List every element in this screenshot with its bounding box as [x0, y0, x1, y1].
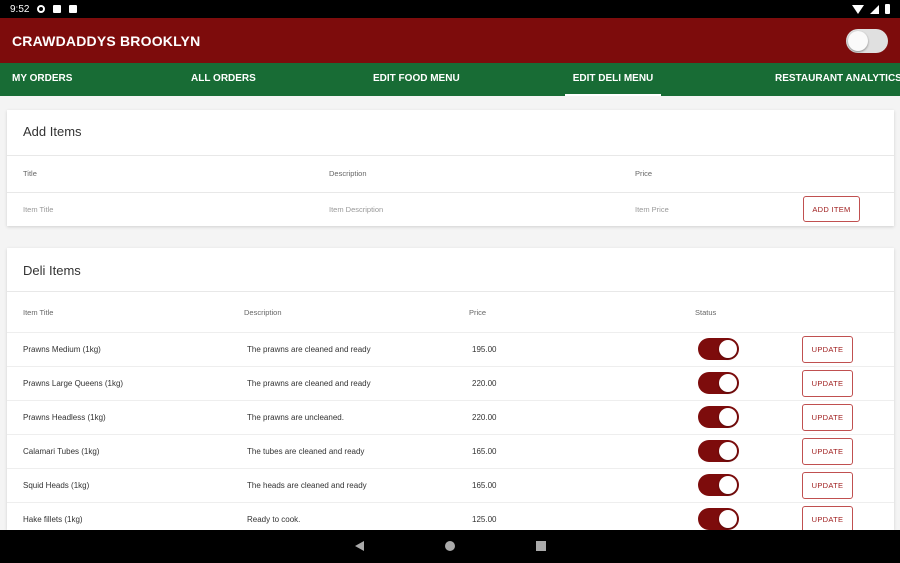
add-items-card: Add Items Title Description Price Item T… [7, 110, 894, 226]
status-toggle[interactable] [698, 406, 739, 428]
status-toggle[interactable] [698, 338, 739, 360]
toggle-knob [719, 408, 737, 426]
toggle-knob [719, 510, 737, 528]
item-title: Calamari Tubes (1kg) [23, 447, 100, 456]
divider [7, 192, 894, 193]
tab-my-orders[interactable]: MY ORDERS [12, 63, 72, 96]
update-button[interactable]: UPDATE [802, 506, 853, 533]
item-price: 220.00 [472, 413, 497, 422]
item-description: The prawns are uncleaned. [247, 413, 344, 422]
description-column-header: Description [244, 308, 282, 317]
item-title: Hake fillets (1kg) [23, 515, 83, 524]
item-price: 165.00 [472, 447, 497, 456]
status-toggle[interactable] [698, 440, 739, 462]
item-description-input[interactable]: Item Description [329, 205, 383, 214]
item-price: 125.00 [472, 515, 497, 524]
deli-item-row: Prawns Headless (1kg) The prawns are unc… [7, 400, 894, 434]
tab-edit-deli-menu[interactable]: EDIT DELI MENU [565, 63, 661, 96]
add-items-title: Add Items [23, 124, 82, 139]
price-column-header: Price [469, 308, 487, 317]
status-toggle[interactable] [698, 372, 739, 394]
update-button[interactable]: UPDATE [802, 472, 853, 499]
add-item-button[interactable]: ADD ITEM [803, 196, 860, 222]
item-description: Ready to cook. [247, 515, 301, 524]
toggle-knob [719, 374, 737, 392]
status-column-header: Status [695, 308, 717, 317]
item-price-input[interactable]: Item Price [635, 205, 669, 214]
toggle-knob [719, 442, 737, 460]
description-column-header: Description [329, 169, 367, 178]
deli-items-card: Deli Items Item Title Description Price … [7, 248, 894, 533]
update-button[interactable]: UPDATE [802, 404, 853, 431]
tab-all-orders[interactable]: ALL ORDERS [191, 63, 256, 96]
update-button[interactable]: UPDATE [802, 438, 853, 465]
status-toggle[interactable] [698, 474, 739, 496]
item-title: Prawns Medium (1kg) [23, 345, 101, 354]
wifi-icon [852, 4, 864, 14]
system-navigation-bar [0, 530, 900, 563]
deli-item-row: Squid Heads (1kg) The heads are cleaned … [7, 468, 894, 502]
back-icon[interactable] [355, 541, 364, 551]
price-column-header: Price [635, 169, 653, 178]
app-bar: CRAWDADDYS BROOKLYN [0, 18, 900, 63]
tab-edit-food-menu[interactable]: EDIT FOOD MENU [373, 63, 460, 96]
update-button[interactable]: UPDATE [802, 370, 853, 397]
toggle-knob [719, 476, 737, 494]
battery-icon [885, 4, 890, 14]
clock: 9:52 [10, 3, 30, 15]
item-price: 165.00 [472, 481, 497, 490]
home-icon[interactable] [445, 541, 455, 551]
app-title: CRAWDADDYS BROOKLYN [12, 32, 201, 49]
toggle-knob [848, 30, 868, 51]
deli-items-title: Deli Items [23, 263, 81, 278]
signal-icon [870, 4, 879, 14]
status-toggle[interactable] [698, 508, 739, 530]
deli-item-row: Prawns Large Queens (1kg) The prawns are… [7, 366, 894, 400]
deli-item-row: Calamari Tubes (1kg) The tubes are clean… [7, 434, 894, 468]
item-title: Prawns Headless (1kg) [23, 413, 106, 422]
item-description: The prawns are cleaned and ready [247, 345, 371, 354]
item-title: Squid Heads (1kg) [23, 481, 90, 490]
tab-restaurant-analytics[interactable]: RESTAURANT ANALYTICS [775, 63, 900, 96]
toggle-knob [719, 340, 737, 358]
item-title: Prawns Large Queens (1kg) [23, 379, 124, 388]
deli-item-row: Prawns Medium (1kg) The prawns are clean… [7, 332, 894, 366]
item-title-input[interactable]: Item Title [23, 205, 53, 214]
divider [7, 291, 894, 292]
app-notification-icon [53, 5, 62, 13]
tab-bar: MY ORDERS ALL ORDERS EDIT FOOD MENU EDIT… [0, 63, 900, 96]
item-description: The tubes are cleaned and ready [247, 447, 365, 456]
item-description: The prawns are cleaned and ready [247, 379, 371, 388]
settings-notification-icon [37, 5, 46, 13]
system-status-bar: 9:52 [0, 0, 900, 18]
recent-apps-icon[interactable] [536, 541, 546, 551]
restaurant-open-toggle[interactable] [846, 28, 888, 53]
update-button[interactable]: UPDATE [802, 336, 853, 363]
title-column-header: Title [23, 169, 37, 178]
item-price: 220.00 [472, 379, 497, 388]
item-price: 195.00 [472, 345, 497, 354]
item-description: The heads are cleaned and ready [247, 481, 367, 490]
sd-card-icon [69, 5, 78, 13]
divider [7, 155, 894, 156]
item-title-column-header: Item Title [23, 308, 54, 317]
